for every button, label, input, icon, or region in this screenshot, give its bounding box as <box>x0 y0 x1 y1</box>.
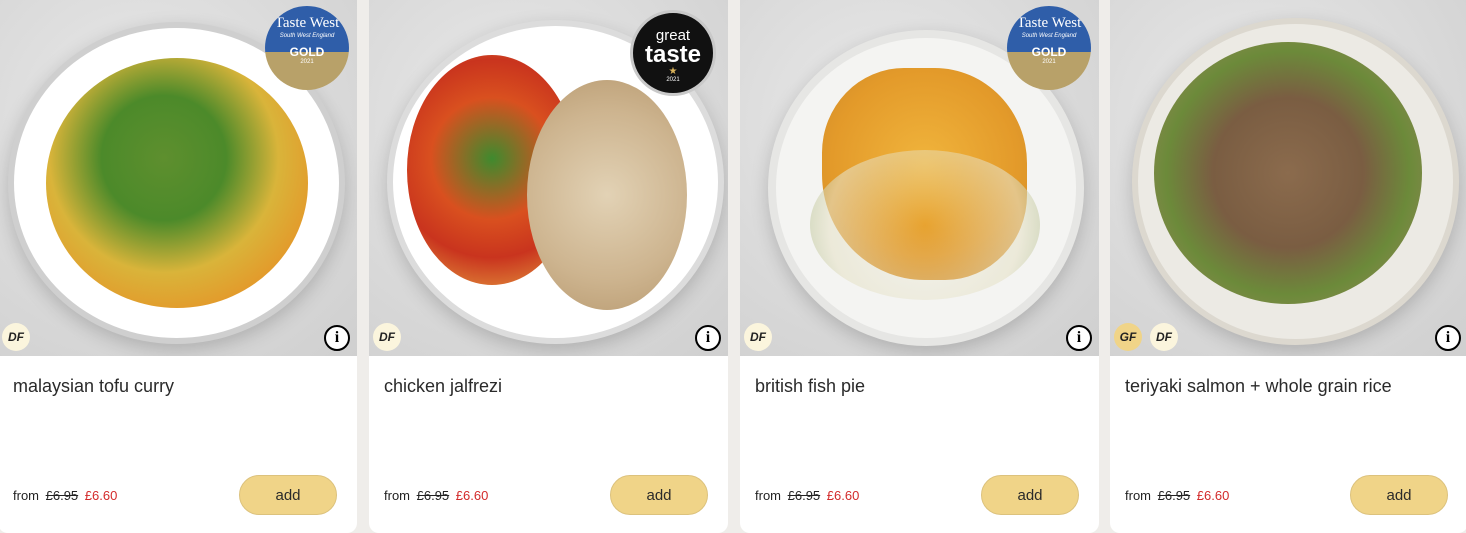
info-icon[interactable]: i <box>324 325 350 351</box>
product-card[interactable]: Taste West South West England GOLD 2021 … <box>740 0 1099 533</box>
product-price: from £6.95 £6.60 <box>755 488 860 503</box>
info-icon[interactable]: i <box>1435 325 1461 351</box>
info-icon[interactable]: i <box>695 325 721 351</box>
info-icon[interactable]: i <box>1066 325 1092 351</box>
sale-price: £6.60 <box>826 488 860 503</box>
taste-of-the-west-award-badge: Taste West South West England GOLD 2021 <box>265 6 349 90</box>
gluten-free-badge: GF <box>1114 323 1142 351</box>
original-price: £6.95 <box>45 488 79 503</box>
product-card[interactable]: great taste ★ 2021 DF i chicken jalfrezi… <box>369 0 728 533</box>
add-button[interactable]: add <box>981 475 1079 515</box>
curry-food <box>46 58 308 308</box>
great-taste-award-badge: great taste ★ 2021 <box>630 10 716 96</box>
sale-price: £6.60 <box>1196 488 1230 503</box>
product-name[interactable]: chicken jalfrezi <box>384 376 716 397</box>
product-price: from £6.95 £6.60 <box>13 488 118 503</box>
product-name[interactable]: malaysian tofu curry <box>13 376 345 397</box>
dairy-free-badge: DF <box>2 323 30 351</box>
original-price: £6.95 <box>1157 488 1191 503</box>
product-card[interactable]: Taste West South West England GOLD 2021 … <box>0 0 357 533</box>
salmon-rice-food <box>1154 42 1422 304</box>
dairy-free-badge: DF <box>744 323 772 351</box>
dairy-free-badge: DF <box>373 323 401 351</box>
product-grid: Taste West South West England GOLD 2021 … <box>0 0 1466 533</box>
product-name[interactable]: british fish pie <box>755 376 1087 397</box>
product-photo[interactable]: Taste West South West England GOLD 2021 … <box>0 0 357 356</box>
product-photo[interactable]: Taste West South West England GOLD 2021 … <box>740 0 1099 356</box>
product-photo[interactable]: GF DF i <box>1110 0 1466 356</box>
dairy-free-badge: DF <box>1150 323 1178 351</box>
product-card[interactable]: GF DF i teriyaki salmon + whole grain ri… <box>1110 0 1466 533</box>
product-photo[interactable]: great taste ★ 2021 DF i <box>369 0 728 356</box>
sale-price: £6.60 <box>455 488 489 503</box>
add-button[interactable]: add <box>239 475 337 515</box>
add-button[interactable]: add <box>1350 475 1448 515</box>
original-price: £6.95 <box>416 488 450 503</box>
taste-of-the-west-award-badge: Taste West South West England GOLD 2021 <box>1007 6 1091 90</box>
product-price: from £6.95 £6.60 <box>384 488 489 503</box>
sale-price: £6.60 <box>84 488 118 503</box>
rice-food <box>527 80 687 310</box>
product-price: from £6.95 £6.60 <box>1125 488 1230 503</box>
product-name[interactable]: teriyaki salmon + whole grain rice <box>1125 376 1456 397</box>
add-button[interactable]: add <box>610 475 708 515</box>
original-price: £6.95 <box>787 488 821 503</box>
sauce-food <box>810 150 1040 300</box>
